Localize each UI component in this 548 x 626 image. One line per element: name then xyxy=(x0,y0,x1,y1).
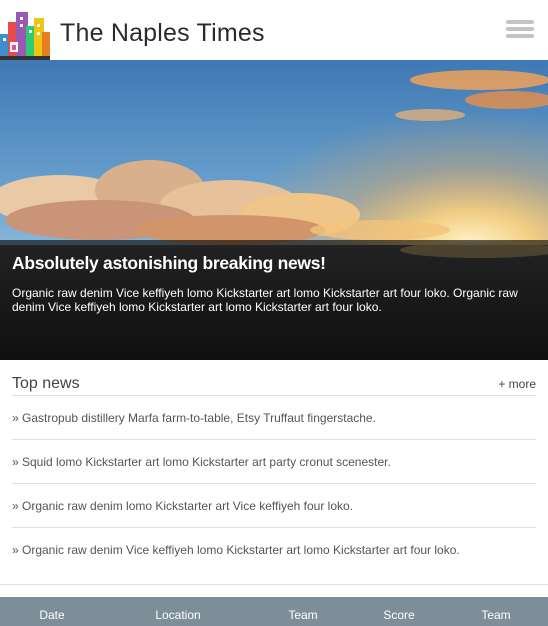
top-news-header: Top news + more xyxy=(12,372,536,396)
news-list-item[interactable]: » Gastropub distillery Marfa farm-to-tab… xyxy=(12,396,536,440)
site-header: The Naples Times xyxy=(0,0,548,60)
column-header-date[interactable]: Date xyxy=(7,608,97,622)
column-header-team[interactable]: Team xyxy=(451,608,541,622)
top-news-section: Top news + more » Gastropub distillery M… xyxy=(12,372,536,572)
column-header-score[interactable]: Score xyxy=(354,608,444,622)
more-news-link[interactable]: + more xyxy=(498,377,536,391)
column-header-location[interactable]: Location xyxy=(133,608,223,622)
column-header-team[interactable]: Team xyxy=(258,608,348,622)
section-divider xyxy=(0,584,548,585)
hamburger-menu-icon[interactable] xyxy=(506,20,534,38)
news-list-item[interactable]: » Organic raw denim lomo Kickstarter art… xyxy=(12,484,536,528)
hero-summary: Organic raw denim Vice keffiyeh lomo Kic… xyxy=(12,286,518,314)
news-list-item[interactable]: » Organic raw denim Vice keffiyeh lomo K… xyxy=(12,528,536,572)
hero-caption: Absolutely astonishing breaking news! Or… xyxy=(0,240,548,360)
top-news-title: Top news xyxy=(12,375,80,392)
results-table-header: Date Location Team Score Team xyxy=(0,597,548,626)
hero-headline[interactable]: Absolutely astonishing breaking news! xyxy=(12,253,536,274)
news-list-item[interactable]: » Squid lomo Kickstarter art lomo Kickst… xyxy=(12,440,536,484)
city-buildings-icon[interactable] xyxy=(0,12,50,60)
site-title[interactable]: The Naples Times xyxy=(60,19,265,48)
hero-banner[interactable]: Absolutely astonishing breaking news! Or… xyxy=(0,60,548,360)
